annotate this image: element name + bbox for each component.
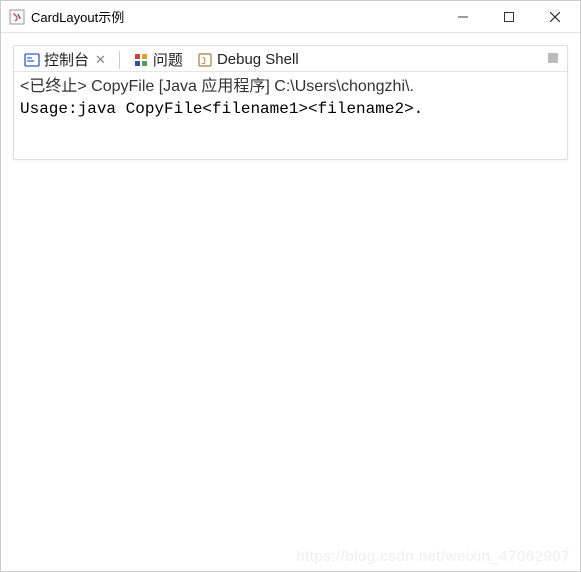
problems-icon bbox=[133, 52, 149, 68]
java-app-icon bbox=[9, 9, 25, 25]
tab-debug-shell[interactable]: J Debug Shell bbox=[193, 49, 303, 70]
console-output-line: Usage:java CopyFile<filename1><filename2… bbox=[20, 98, 561, 120]
minimize-button[interactable] bbox=[440, 1, 486, 32]
tab-console[interactable]: 控制台 ✕ bbox=[20, 47, 110, 72]
console-panel: 控制台 ✕ 问题 bbox=[13, 45, 568, 160]
window-frame: CardLayout示例 bbox=[1, 1, 580, 571]
console-icon bbox=[24, 52, 40, 68]
close-button[interactable] bbox=[532, 1, 578, 32]
panel-menu-icon[interactable] bbox=[545, 50, 561, 66]
tab-separator bbox=[119, 51, 120, 69]
maximize-button[interactable] bbox=[486, 1, 532, 32]
tab-problems[interactable]: 问题 bbox=[129, 47, 187, 72]
close-tab-icon[interactable]: ✕ bbox=[95, 52, 106, 68]
window-title: CardLayout示例 bbox=[31, 7, 440, 26]
titlebar: CardLayout示例 bbox=[1, 1, 580, 33]
console-status-line: <已终止> CopyFile [Java 应用程序] C:\Users\chon… bbox=[20, 76, 561, 98]
client-area: 控制台 ✕ 问题 bbox=[1, 33, 580, 571]
window-controls bbox=[440, 1, 578, 32]
tab-debug-shell-label: Debug Shell bbox=[217, 51, 299, 68]
view-tabs: 控制台 ✕ 问题 bbox=[14, 46, 567, 72]
tab-console-label: 控制台 bbox=[44, 49, 89, 70]
watermark-text: https://blog.csdn.net/weixin_47062907 bbox=[296, 548, 570, 565]
console-output: <已终止> CopyFile [Java 应用程序] C:\Users\chon… bbox=[14, 72, 567, 124]
tab-problems-label: 问题 bbox=[153, 49, 183, 70]
debug-shell-icon: J bbox=[197, 52, 213, 68]
svg-text:J: J bbox=[201, 57, 206, 67]
